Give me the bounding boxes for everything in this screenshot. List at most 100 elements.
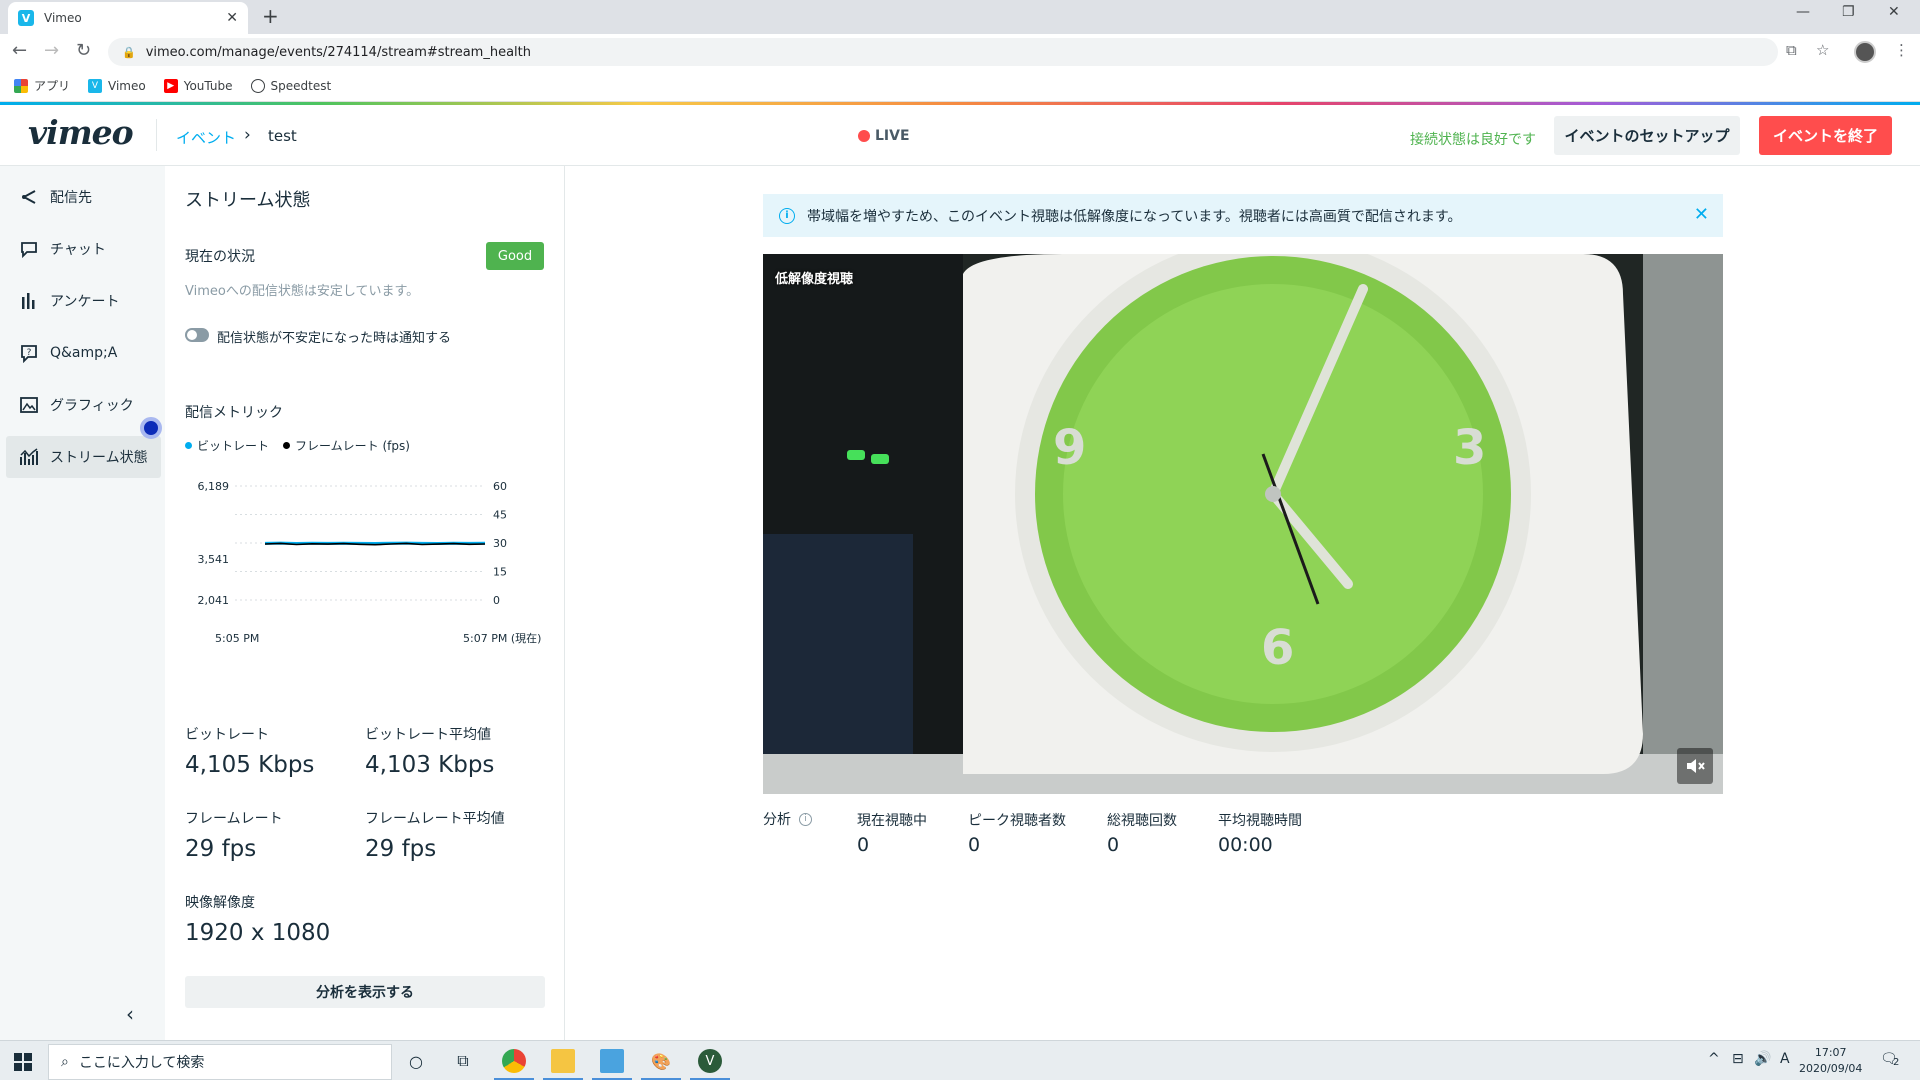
browser-tab[interactable]: V Vimeo ✕ [8,2,248,34]
taskbar-search[interactable]: ⌕ ここに入力して検索 [48,1044,392,1080]
end-event-button[interactable]: イベントを終了 [1759,116,1892,155]
svg-text:6: 6 [1261,620,1294,676]
bookmark-speedtest[interactable]: Speedtest [250,78,331,93]
video-preview[interactable]: 9 3 6 低解像度視聴 [763,254,1723,794]
framerate-label: フレームレート [185,811,283,827]
framerate-avg-label: フレームレート平均値 [365,811,505,827]
close-tab-icon[interactable]: ✕ [226,10,238,26]
stat-value-current-viewers: 0 [857,834,870,856]
bitrate-label: ビットレート [185,727,269,743]
mute-button[interactable] [1677,748,1713,784]
browser-tabbar: V Vimeo ✕ + — ❐ ✕ [0,0,1920,34]
stat-label-current-viewers: 現在視聴中 [857,813,927,829]
right-axis-tick-label: 15 [493,566,507,579]
bookmark-vimeo[interactable]: V Vimeo [88,78,146,93]
sidebar-item-qa[interactable]: ? Q&amp;A [6,332,161,374]
tab-title: Vimeo [44,11,82,25]
menu-icon[interactable]: ⋮ [1894,41,1909,59]
minimize-icon[interactable]: — [1796,4,1810,20]
resolution-value: 1920 x 1080 [185,920,331,946]
tray-chevron-up-icon[interactable]: ^ [1708,1051,1720,1067]
taskbar-clock[interactable]: 17:07 2020/09/04 [1799,1045,1862,1077]
bookmark-star-icon[interactable]: ☆ [1816,41,1829,59]
vimeo-icon: V [88,78,103,93]
info-icon[interactable]: i [799,812,812,826]
breadcrumb-events-link[interactable]: イベント [176,127,236,148]
legend-swatch [185,442,192,449]
sidebar-item-stream-health[interactable]: ストリーム状態 [6,436,161,478]
svg-text:9: 9 [1053,420,1086,476]
legend-label: フレームレート (fps) [295,439,410,453]
back-icon[interactable]: ← [12,40,27,61]
network-icon[interactable]: ⊟ [1732,1051,1744,1067]
right-axis-tick-label: 45 [493,509,507,522]
ime-indicator[interactable]: A [1780,1051,1790,1067]
cursor-indicator [140,417,162,439]
metrics-title: 配信メトリック [185,405,283,421]
clock-date: 2020/09/04 [1799,1062,1863,1075]
vimeo-favicon-icon: V [18,10,34,26]
bookmark-label: Vimeo [108,78,146,93]
info-banner: i 帯域幅を増やすため、このイベント視聴は低解像度になっています。視聴者には高画… [763,194,1723,237]
bookmark-label: アプリ [34,79,71,93]
image-icon [18,394,40,416]
svg-text:?: ? [27,348,32,358]
url-text: vimeo.com/manage/events/274114/stream#st… [145,44,531,60]
sidebar-item-graphics[interactable]: グラフィック [6,384,161,426]
address-bar[interactable]: 🔒 vimeo.com/manage/events/274114/stream#… [108,38,1778,66]
translate-icon[interactable]: ⧉ [1786,41,1797,59]
stream-health-icon [18,446,40,468]
notify-toggle[interactable] [185,328,209,342]
paint-icon[interactable]: 🎨 [649,1049,673,1073]
sidebar-item-polls[interactable]: アンケート [6,280,161,322]
sidebar-item-label: Q&amp;A [50,345,118,361]
sidebar-item-chat[interactable]: チャット [6,228,161,270]
display-settings-icon[interactable] [600,1049,624,1073]
close-window-icon[interactable]: ✕ [1888,4,1900,20]
chrome-icon[interactable] [502,1049,526,1073]
show-analysis-button[interactable]: 分析を表示する [185,976,545,1008]
right-axis-tick-label: 30 [493,537,507,550]
sidebar-item-destinations[interactable]: 配信先 [6,176,161,218]
cortana-icon[interactable]: ○ [404,1049,428,1073]
resolution-label: 映像解像度 [185,895,255,911]
bookmark-youtube[interactable]: ▶ YouTube [163,78,233,93]
restore-icon[interactable]: ❐ [1842,4,1855,20]
legend-item-framerate: フレームレート (fps) [283,437,410,454]
stat-value-peak-viewers: 0 [968,834,981,856]
vimeo-logo[interactable]: vimeo [28,113,134,152]
profile-avatar[interactable] [1854,41,1876,63]
vimeo-app-icon[interactable]: V [698,1049,722,1073]
collapse-sidebar-icon[interactable]: ‹ [126,1002,134,1026]
left-axis-tick-label: 2,041 [198,594,230,607]
bitrate-avg-label: ビットレート平均値 [365,727,491,743]
volume-icon[interactable]: 🔊 [1754,1051,1771,1067]
bitrate-avg-value: 4,103 Kbps [365,752,495,778]
reload-icon[interactable]: ↻ [76,40,91,61]
legend-item-bitrate: ビットレート [185,437,269,454]
live-label: LIVE [875,128,910,144]
youtube-icon: ▶ [163,78,178,93]
stat-label-total-views: 総視聴回数 [1107,813,1177,829]
stats-title: 分析 i [763,809,812,829]
right-axis-tick-label: 0 [493,594,500,607]
forward-icon[interactable]: → [44,40,59,61]
stream-health-panel: ストリーム状態 現在の状況 Good Vimeoへの配信状態は安定しています。 … [165,166,565,1040]
browser-toolbar: ← → ↻ 🔒 vimeo.com/manage/events/274114/s… [0,34,1920,70]
task-view-icon[interactable]: ⧉ [451,1049,475,1073]
file-explorer-icon[interactable] [551,1049,575,1073]
panel-title: ストリーム状態 [185,190,311,211]
windows-start-icon[interactable] [14,1053,32,1071]
chart-legend: ビットレート フレームレート (fps) [185,437,410,454]
close-banner-icon[interactable]: ✕ [1694,204,1709,225]
new-tab-icon[interactable]: + [262,4,279,28]
bookmark-apps[interactable]: アプリ [14,77,70,94]
event-setup-button[interactable]: イベントのセットアップ [1554,116,1740,155]
left-axis-tick-label: 3,541 [198,553,230,566]
sidebar: 配信先 チャット アンケート ? Q&amp;A グラフィック ストリーム状態 … [0,166,165,1040]
live-indicator: LIVE [858,128,910,144]
legend-label: ビットレート [197,439,270,453]
video-frame-image: 9 3 6 [763,254,1723,794]
poll-icon [18,290,40,312]
status-badge: Good [486,242,544,270]
